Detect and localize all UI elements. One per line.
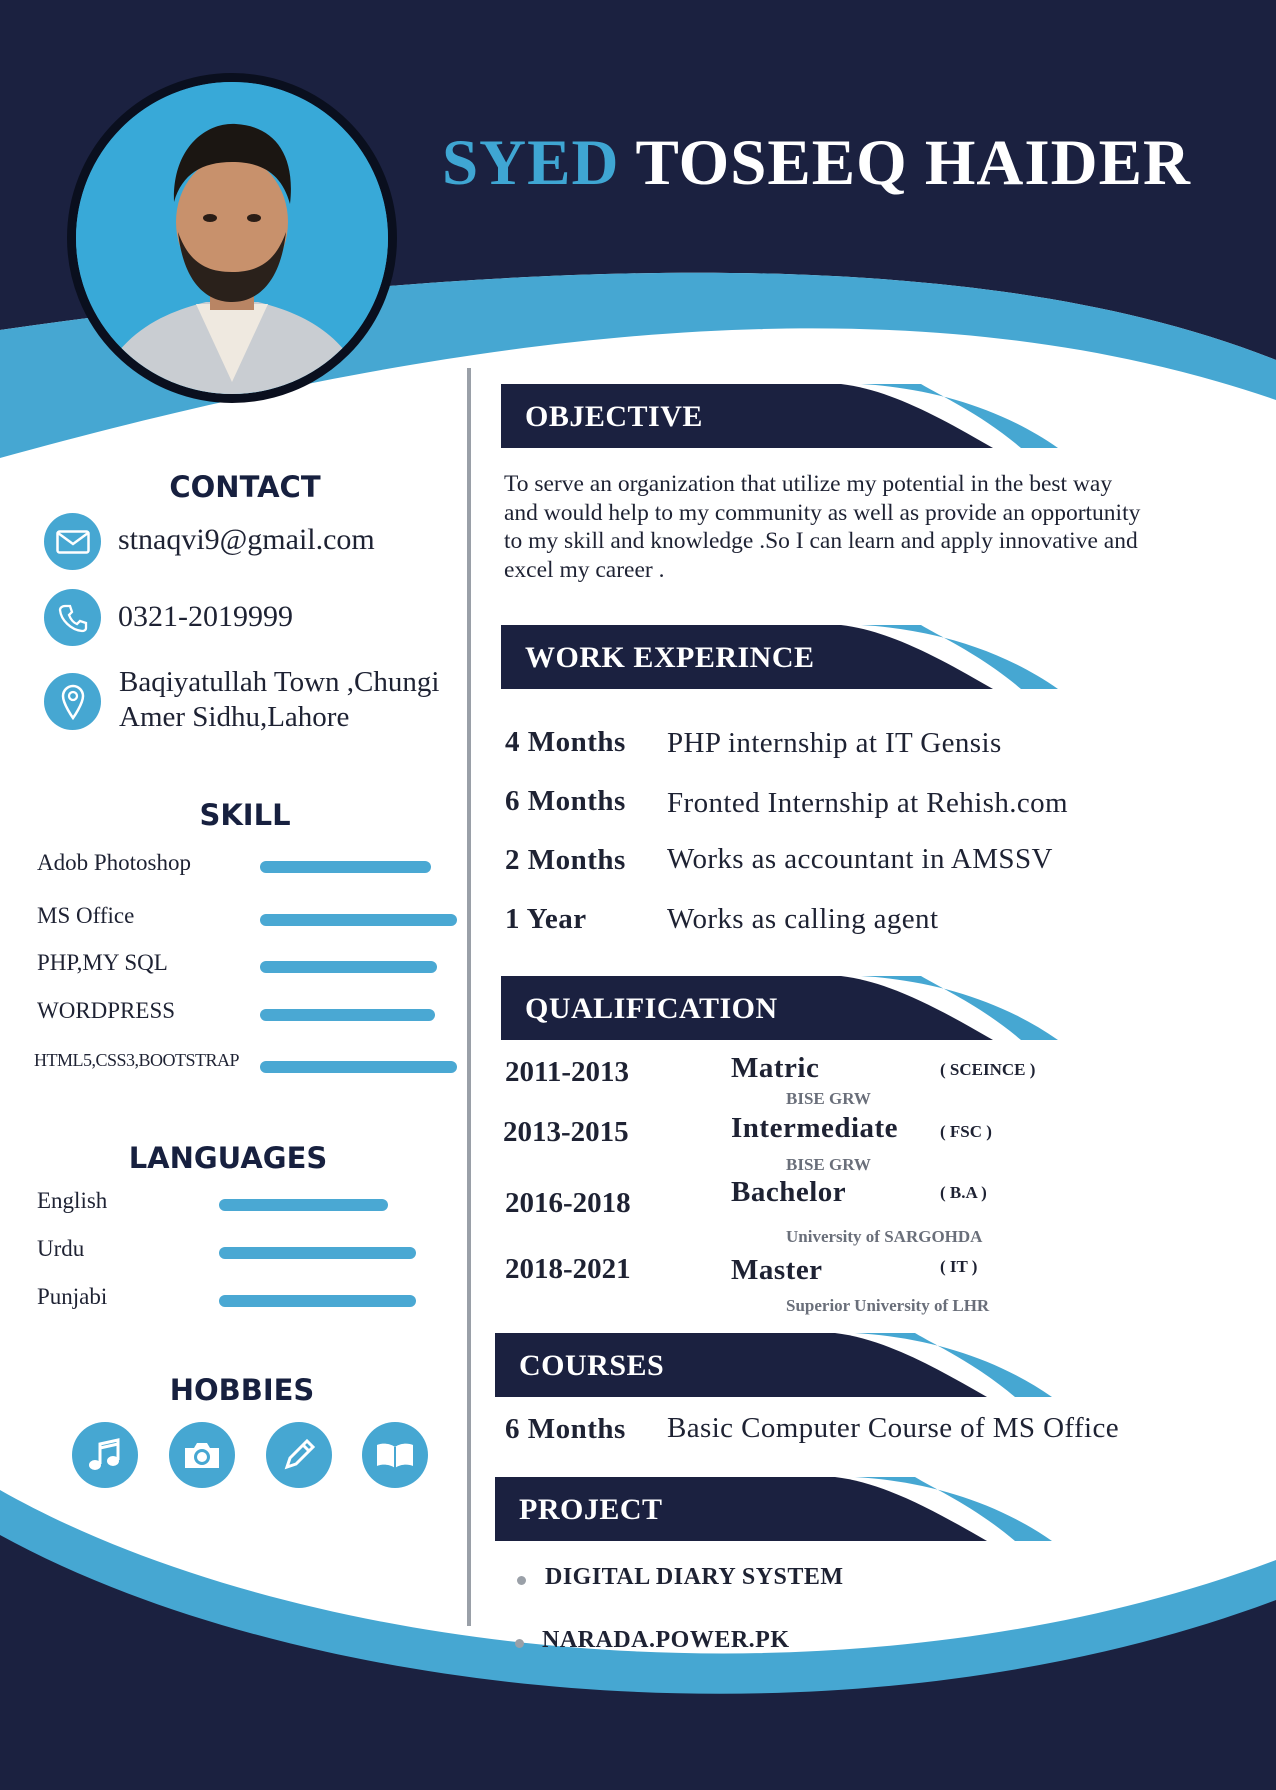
address-line-1: Baqiyatullah Town ,Chungi <box>119 666 440 698</box>
pencil-icon <box>266 1422 332 1488</box>
qualification-years: 2013-2015 <box>503 1116 629 1148</box>
qualification-institute: BISE GRW <box>786 1155 871 1174</box>
project-item: DIGITAL DIARY SYSTEM <box>545 1564 844 1590</box>
language-label: Punjabi <box>37 1284 108 1309</box>
language-level-bar <box>219 1247 416 1259</box>
skill-level-bar <box>260 1009 435 1021</box>
project-heading: PROJECT <box>519 1493 663 1526</box>
qualification-institute: Superior University of LHR <box>786 1296 990 1315</box>
language-level-bar <box>219 1295 416 1307</box>
profile-photo <box>67 73 397 403</box>
work-duration: 4 Months <box>505 726 626 758</box>
skill-label: WORDPRESS <box>37 998 176 1023</box>
qualification-institute: BISE GRW <box>786 1089 871 1108</box>
work-description: Fronted Internship at Rehish.com <box>667 787 1069 819</box>
work-banner: WORK EXPERINCE <box>501 625 1061 689</box>
phone-icon <box>44 589 101 646</box>
bullet-dot <box>517 1576 526 1585</box>
skill-label: MS Office <box>37 903 135 928</box>
location-pin-icon <box>44 673 101 730</box>
contact-heading: CONTACT <box>169 470 321 504</box>
language-label: Urdu <box>37 1236 85 1261</box>
work-heading: WORK EXPERINCE <box>525 641 815 674</box>
address-line-2: Amer Sidhu,Lahore <box>119 701 350 733</box>
camera-icon <box>169 1422 235 1488</box>
skill-label: Adob Photoshop <box>37 850 191 875</box>
qualification-institute: University of SARGOHDA <box>786 1227 983 1246</box>
qualification-degree: Matric <box>731 1052 820 1084</box>
qualification-heading: QUALIFICATION <box>525 992 778 1025</box>
work-description: Works as accountant in AMSSV <box>667 843 1053 875</box>
courses-banner: COURSES <box>495 1333 1055 1397</box>
skill-level-bar <box>260 914 457 926</box>
hobbies-heading: HOBBIES <box>169 1373 315 1407</box>
project-banner: PROJECT <box>495 1477 1055 1541</box>
email-icon <box>44 513 101 570</box>
qualification-years: 2011-2013 <box>505 1056 630 1088</box>
person-avatar-icon <box>76 82 388 394</box>
course-description: Basic Computer Course of MS Office <box>667 1412 1120 1444</box>
qualification-banner: QUALIFICATION <box>501 976 1061 1040</box>
qualification-years: 2018-2021 <box>505 1253 631 1285</box>
email-text[interactable]: stnaqvi9@gmail.com <box>118 523 375 557</box>
objective-line: and would help to my community as well a… <box>504 499 1141 526</box>
qualification-degree: Master <box>731 1254 823 1286</box>
qualification-degree: Bachelor <box>731 1176 847 1208</box>
qualification-years: 2016-2018 <box>505 1187 631 1219</box>
qualification-field: ( IT ) <box>940 1257 978 1276</box>
language-level-bar <box>219 1199 388 1211</box>
objective-line: excel my career . <box>504 556 665 583</box>
bullet-dot <box>515 1639 524 1648</box>
work-description: PHP internship at IT Gensis <box>667 727 1002 759</box>
objective-banner: OBJECTIVE <box>501 384 1061 448</box>
music-note-icon <box>72 1422 138 1488</box>
language-label: English <box>37 1188 108 1213</box>
objective-line: To serve an organization that utilize my… <box>504 471 1113 497</box>
qualification-degree: Intermediate <box>731 1112 899 1144</box>
first-name: SYED <box>442 127 620 199</box>
objective-heading: OBJECTIVE <box>525 400 703 433</box>
work-duration: 2 Months <box>505 844 626 876</box>
objective-text: To serve an organization that utilize my… <box>504 470 1244 584</box>
skill-label: PHP,MY SQL <box>37 950 168 975</box>
skill-level-bar <box>260 861 431 873</box>
skill-level-bar <box>260 961 437 973</box>
course-duration: 6 Months <box>505 1413 626 1445</box>
languages-heading: LANGUAGES <box>128 1141 328 1175</box>
work-description: Works as calling agent <box>667 903 939 935</box>
objective-line: to my skill and knowledge .So I can lear… <box>504 528 1138 554</box>
qualification-field: ( SCEINCE ) <box>940 1060 1036 1079</box>
project-item: NARADA.POWER.PK <box>542 1627 790 1653</box>
skill-level-bar <box>260 1061 457 1073</box>
last-name: TOSEEQ HAIDER <box>635 127 1191 199</box>
candidate-name: SYED TOSEEQ HAIDER <box>442 126 1191 201</box>
work-duration: 6 Months <box>505 785 626 817</box>
skill-heading: SKILL <box>199 798 291 832</box>
skill-label: HTML5,CSS3,BOOTSTRAP <box>34 1050 240 1070</box>
work-duration: 1 Year <box>505 903 587 935</box>
qualification-field: ( FSC ) <box>940 1122 992 1141</box>
phone-text[interactable]: 0321-2019999 <box>118 600 293 634</box>
qualification-field: ( B.A ) <box>940 1183 987 1202</box>
column-divider <box>467 368 471 1626</box>
book-icon <box>362 1422 428 1488</box>
courses-heading: COURSES <box>519 1349 665 1382</box>
